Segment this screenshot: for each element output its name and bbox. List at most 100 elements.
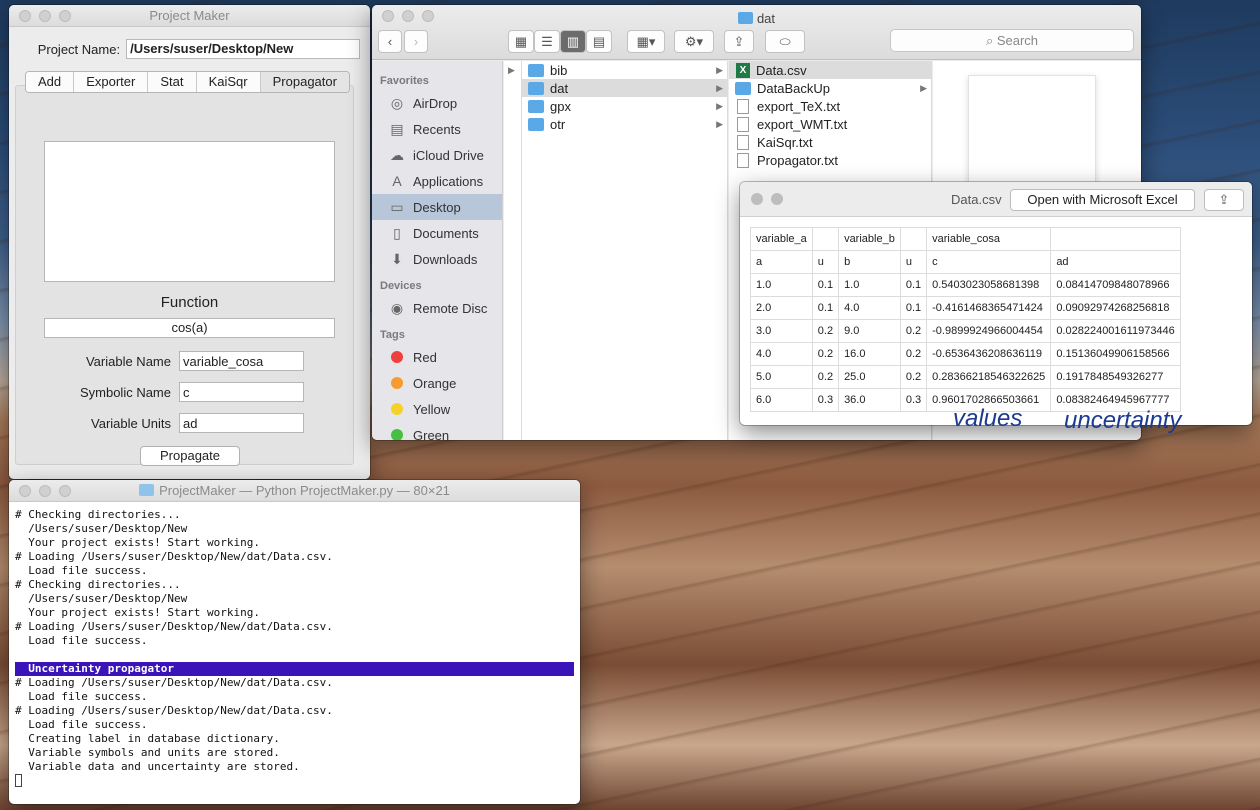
list-item[interactable]: Propagator.txt <box>729 151 931 169</box>
list-item[interactable]: otr ▶ <box>522 115 727 133</box>
sidebar-tag-yellow[interactable]: Yellow <box>372 396 502 422</box>
sidebar-item-icloud[interactable]: ☁ iCloud Drive <box>372 142 502 168</box>
close-icon[interactable] <box>19 10 31 22</box>
list-item[interactable]: gpx ▶ <box>522 97 727 115</box>
terminal-line: Your project exists! Start working. <box>28 606 261 619</box>
close-icon[interactable] <box>751 193 763 205</box>
table-cell: -0.4161468365471424 <box>926 296 1052 320</box>
table-cell <box>899 227 928 251</box>
table-cell: 0.5403023058681398 <box>926 273 1052 297</box>
group-button[interactable]: ▦▾ <box>627 30 665 53</box>
quicklook-toolbar: Data.csv Open with Microsoft Excel ⇪ <box>740 182 1252 217</box>
table-cell: 0.2 <box>899 365 928 389</box>
close-icon[interactable] <box>19 485 31 497</box>
back-button[interactable]: ‹ <box>378 30 402 53</box>
variable-listbox[interactable] <box>44 141 335 282</box>
symbolic-name-field[interactable]: c <box>179 382 304 402</box>
terminal-window: ProjectMaker — Python ProjectMaker.py — … <box>9 480 580 804</box>
table-row: a u b u c ad <box>750 250 1181 274</box>
search-icon: ⌕ <box>985 33 997 48</box>
table-cell <box>811 227 840 251</box>
sidebar-item-airdrop[interactable]: ◎ AirDrop <box>372 90 502 116</box>
tab-propagator[interactable]: Propagator <box>260 72 349 92</box>
variable-name-row: Variable Name variable_cosa <box>36 351 304 371</box>
sidebar-item-documents[interactable]: ▯ Documents <box>372 220 502 246</box>
table-cell: 0.2 <box>811 342 840 366</box>
sidebar-tag-red[interactable]: Red <box>372 344 502 370</box>
sidebar-item-desktop[interactable]: ▭ Desktop <box>372 194 502 220</box>
table-row: variable_a variable_b variable_cosa <box>750 227 1181 251</box>
list-item[interactable]: dat ▶ <box>522 79 727 97</box>
chevron-right-icon: ▶ <box>920 82 927 93</box>
table-cell: -0.9899924966004454 <box>926 319 1052 343</box>
minimize-icon[interactable] <box>39 10 51 22</box>
terminal-line: # Loading /Users/suser/Desktop/New/dat/D… <box>15 704 333 717</box>
tag-icon[interactable]: ⬭ <box>765 30 805 53</box>
list-item[interactable]: bib ▶ <box>522 61 727 79</box>
sidebar-item-downloads[interactable]: ⬇ Downloads <box>372 246 502 272</box>
list-item[interactable]: export_TeX.txt <box>729 97 931 115</box>
table-cell: 0.3 <box>811 388 840 412</box>
table-row: 5.0 0.2 25.0 0.2 0.28366218546322625 0.191784… <box>750 365 1181 389</box>
column-view-button[interactable]: ▥ <box>560 30 586 53</box>
forward-button[interactable]: › <box>404 30 428 53</box>
table-cell: 36.0 <box>838 388 901 412</box>
variable-name-label: Variable Name <box>85 353 171 369</box>
table-cell: 0.28366218546322625 <box>926 365 1052 389</box>
gallery-view-button[interactable]: ▤ <box>586 30 612 53</box>
table-cell: variable_a <box>750 227 813 251</box>
list-item[interactable]: X Data.csv <box>729 61 931 79</box>
minimize-icon[interactable] <box>39 485 51 497</box>
terminal-line: /Users/suser/Desktop/New <box>28 522 188 535</box>
table-cell: 1.0 <box>838 273 901 297</box>
list-item[interactable]: export_WMT.txt <box>729 115 931 133</box>
zoom-icon[interactable] <box>59 485 71 497</box>
icon-view-button[interactable]: ▦ <box>508 30 534 53</box>
airdrop-icon: ◎ <box>390 94 404 111</box>
sidebar-item-remote-disc[interactable]: ◉ Remote Disc <box>372 295 502 321</box>
list-item[interactable]: DataBackUp ▶ <box>729 79 931 97</box>
zoom-icon[interactable] <box>59 10 71 22</box>
share-icon[interactable]: ⇪ <box>724 30 754 53</box>
propagate-button[interactable]: Propagate <box>140 446 240 466</box>
list-view-button[interactable]: ☰ <box>534 30 560 53</box>
table-row: 3.0 0.2 9.0 0.2 -0.9899924966004454 0.0282240… <box>750 319 1181 343</box>
variable-units-label: Variable Units <box>91 415 171 431</box>
finder-toolbar: dat ‹ › ▦ ☰ ▥ ▤ ▦▾ ⚙▾ ⇪ ⬭ ⌕ Search <box>372 5 1141 60</box>
table-cell: 0.2 <box>811 319 840 343</box>
tab-stat[interactable]: Stat <box>148 72 197 92</box>
sidebar-tag-orange[interactable]: Orange <box>372 370 502 396</box>
project-name-label: Project Name: <box>37 41 121 57</box>
variable-units-field[interactable]: ad <box>179 413 304 433</box>
table-cell: 0.1 <box>899 273 928 297</box>
values-annotation: values <box>953 405 1023 432</box>
table-cell: 0.2 <box>899 319 928 343</box>
search-input[interactable]: ⌕ Search <box>890 29 1134 52</box>
table-cell: 5.0 <box>750 365 813 389</box>
table-cell: u <box>899 250 928 274</box>
project-name-field[interactable]: /Users/suser/Desktop/New <box>126 39 360 59</box>
sidebar-tag-green[interactable]: Green <box>372 422 502 440</box>
folder-icon <box>139 484 155 496</box>
sidebar-item-applications[interactable]: A Applications <box>372 168 502 194</box>
devices-header: Devices <box>380 280 422 292</box>
open-with-excel-button[interactable]: Open with Microsoft Excel <box>1010 189 1195 211</box>
tab-exporter[interactable]: Exporter <box>74 72 149 92</box>
fullscreen-icon[interactable] <box>771 193 783 205</box>
chevron-right-icon: ▶ <box>716 100 723 111</box>
list-item[interactable]: KaiSqr.txt <box>729 133 931 151</box>
terminal-output[interactable]: # Checking directories... /Users/suser/D… <box>9 502 580 789</box>
sidebar-item-recents[interactable]: ▤ Recents <box>372 116 502 142</box>
tab-kaisqr[interactable]: KaiSqr <box>196 72 261 92</box>
table-cell: 0.09092974268256818 <box>1050 296 1181 320</box>
terminal-line: # Checking directories... <box>15 508 181 521</box>
action-gear-icon[interactable]: ⚙▾ <box>674 30 714 53</box>
function-field[interactable]: cos(a) <box>44 318 335 338</box>
table-cell: 16.0 <box>838 342 901 366</box>
file-preview-thumbnail <box>968 75 1096 185</box>
variable-name-field[interactable]: variable_cosa <box>179 351 304 371</box>
tab-add[interactable]: Add <box>26 72 75 92</box>
share-icon[interactable]: ⇪ <box>1204 189 1244 211</box>
terminal-line: Load file success. <box>28 634 148 647</box>
terminal-highlight-line: Uncertainty propagator <box>15 662 574 676</box>
